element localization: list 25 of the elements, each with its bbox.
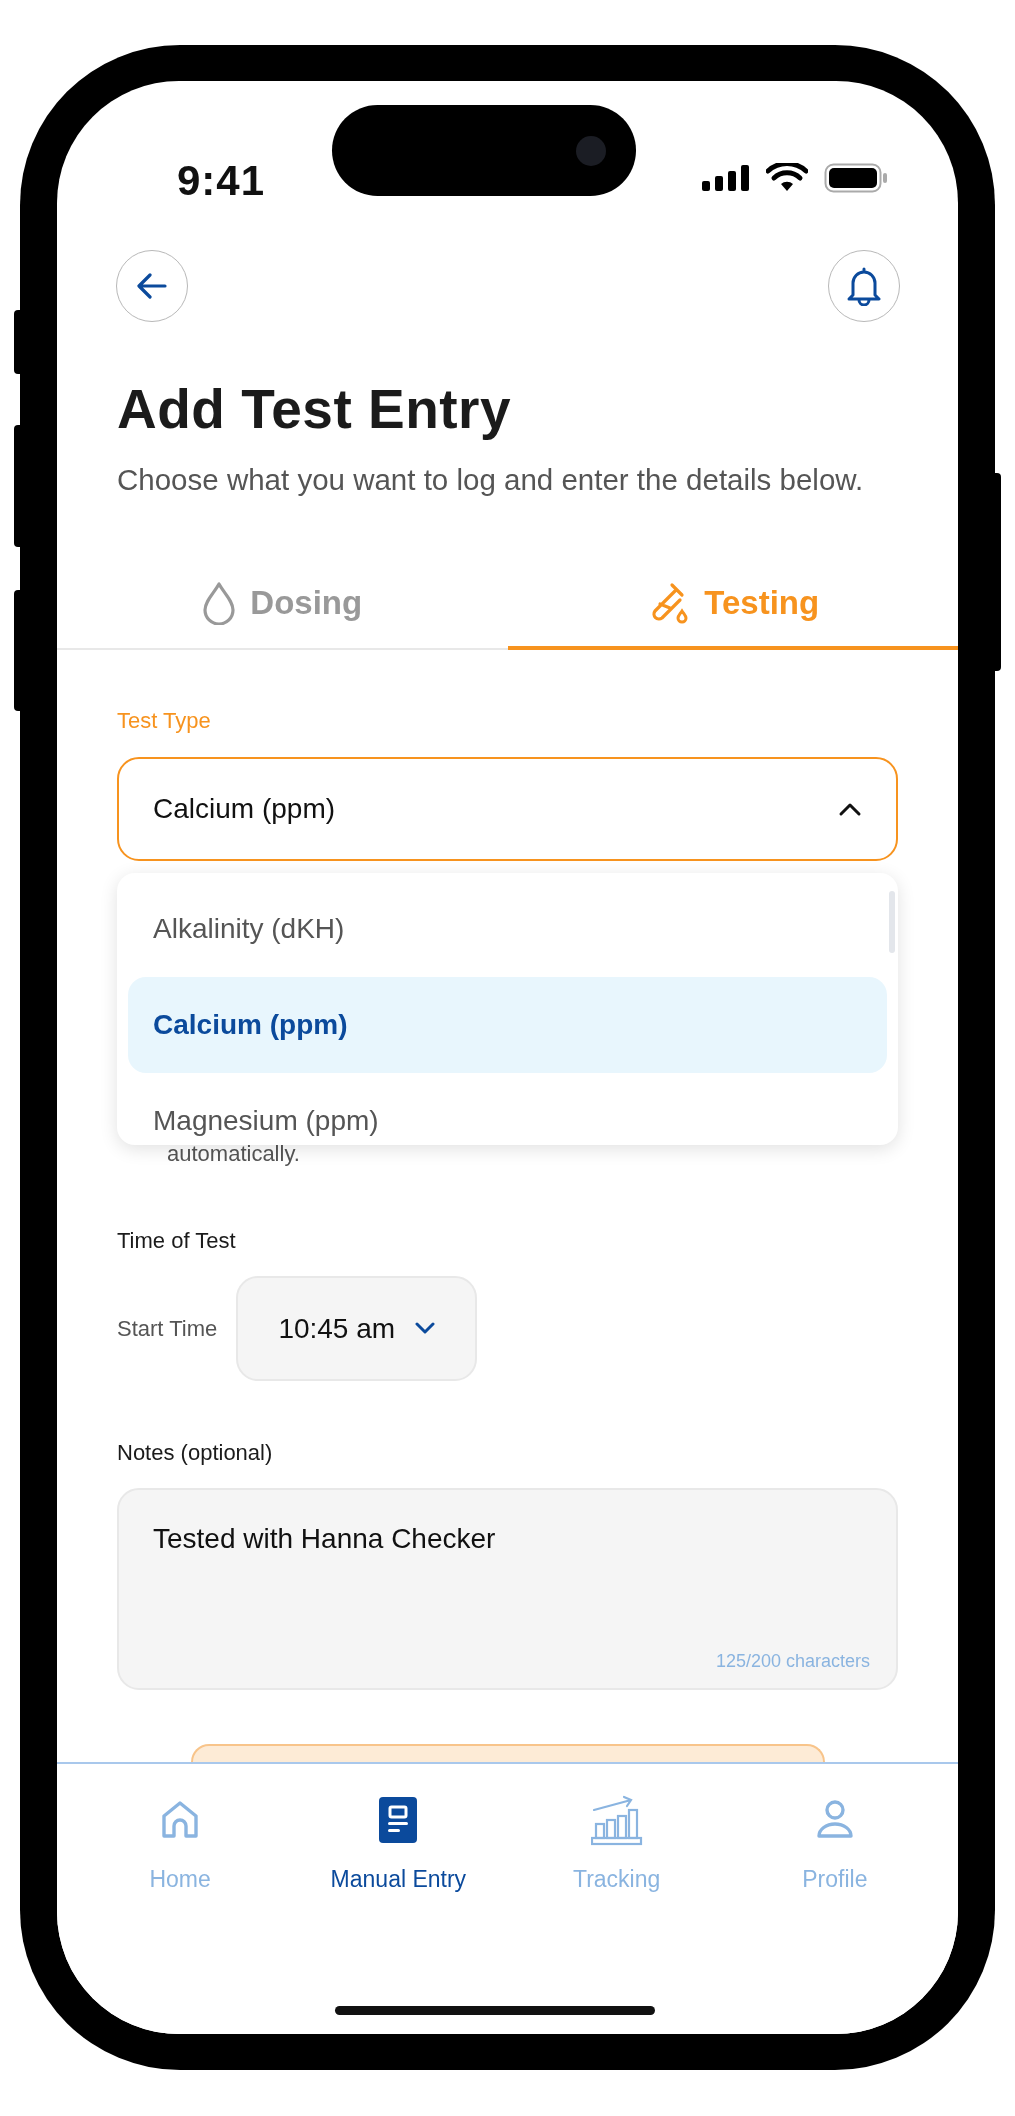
- back-arrow-icon: [137, 273, 167, 299]
- status-time: 9:41: [177, 157, 266, 205]
- camera-icon: [575, 135, 606, 166]
- scrollbar: [889, 891, 895, 953]
- chevron-down-icon: [415, 1322, 436, 1335]
- test-type-dropdown[interactable]: Calcium (ppm): [117, 757, 898, 861]
- chart-icon: [590, 1794, 643, 1846]
- time-picker[interactable]: 10:45 am: [236, 1276, 478, 1381]
- signal-icon: [702, 165, 750, 191]
- page-title: Add Test Entry: [117, 377, 513, 441]
- bell-icon: [846, 266, 882, 306]
- field-label: Time of Test: [117, 1227, 237, 1255]
- character-count: 125/200 characters: [715, 1651, 870, 1672]
- notes-field[interactable]: Tested with Hanna Checker 125/200 characters: [117, 1488, 898, 1690]
- dropdown-option[interactable]: Alkalinity (dKH): [128, 881, 887, 977]
- field-label: Notes (optional): [117, 1439, 274, 1467]
- dropdown-option[interactable]: Calcium (ppm): [128, 977, 887, 1073]
- battery-icon: [824, 163, 888, 193]
- document-icon: [378, 1796, 419, 1844]
- wifi-icon: [766, 163, 808, 193]
- page-subtitle: Choose what you want to log and enter the details below.: [117, 462, 865, 498]
- drop-icon: [202, 581, 237, 625]
- nav-item[interactable]: Manual Entry: [289, 1794, 508, 1893]
- start-time-label: Start Time: [117, 1315, 218, 1342]
- field-label: Test Type: [117, 707, 212, 735]
